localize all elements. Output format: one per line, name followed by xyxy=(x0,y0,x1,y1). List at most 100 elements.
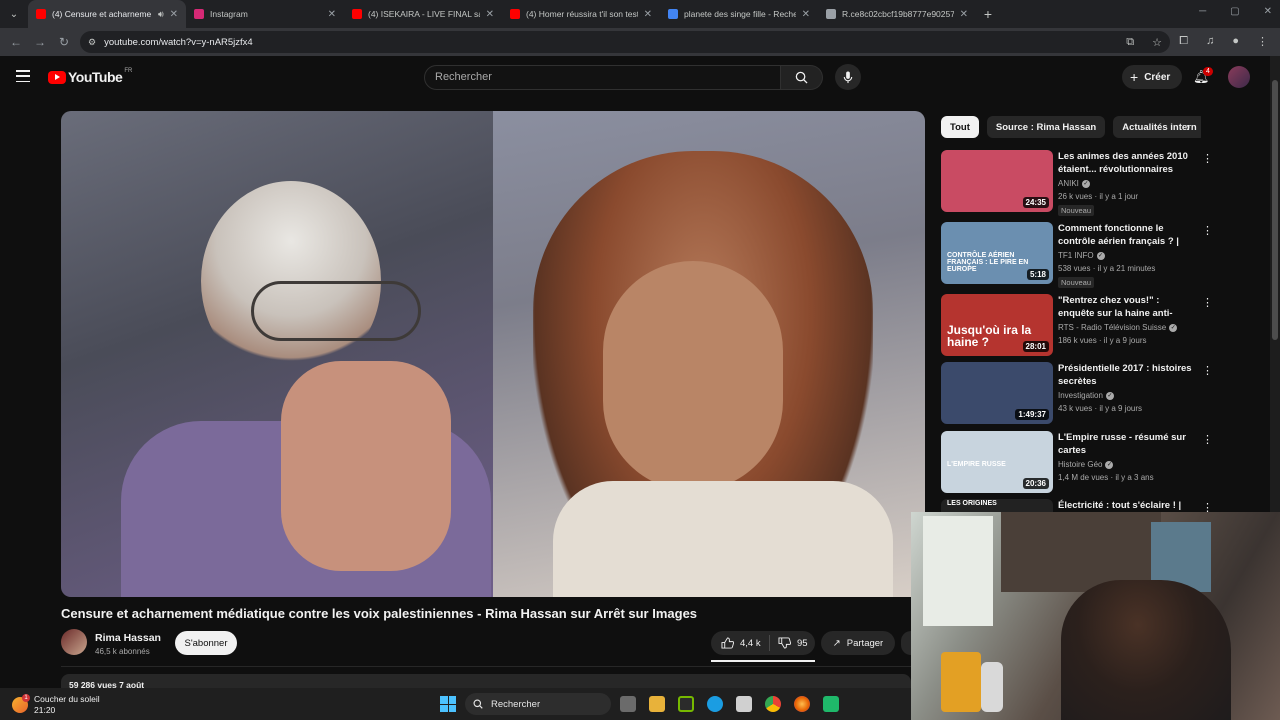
new-tab-button[interactable]: + xyxy=(976,6,1000,22)
account-avatar[interactable] xyxy=(1228,66,1250,88)
recommendation-title[interactable]: Présidentielle 2017 : histoires secrètes xyxy=(1058,362,1198,388)
recommendation-item[interactable]: 1:49:37 Présidentielle 2017 : histoires s… xyxy=(941,362,1221,424)
forward-icon[interactable]: → xyxy=(28,35,52,49)
close-tab-icon[interactable]: ✕ xyxy=(802,9,810,20)
filter-chip[interactable]: Source : Rima Hassan xyxy=(986,116,1106,138)
site-info-icon[interactable]: ⚙ xyxy=(88,37,96,48)
video-frame-right xyxy=(493,111,925,597)
url-text: youtube.com/watch?v=y-nAR5jzfx4 xyxy=(104,36,253,48)
browser-tab[interactable]: (4) Censure et acharneme 🔊︎ ✕ xyxy=(28,0,186,28)
browser-tab[interactable]: R.ce8c02cbcf19b8777e902578 ✕ xyxy=(818,0,976,28)
taskbar-search-placeholder: Rechercher xyxy=(491,698,541,710)
more-actions-button[interactable] xyxy=(901,631,911,655)
recommendation-channel[interactable]: Investigation ✓ xyxy=(1058,391,1114,400)
recommendation-channel[interactable]: TF1 INFO ✓ xyxy=(1058,251,1105,260)
browser-tab[interactable]: (4) ISEKAIRA - LIVE FINAL sans ✕ xyxy=(344,0,502,28)
maximize-icon[interactable]: ▢ xyxy=(1230,6,1239,17)
recommendation-channel[interactable]: RTS - Radio Télévision Suisse ✓ xyxy=(1058,323,1178,332)
store-icon[interactable] xyxy=(736,696,752,712)
more-options-icon[interactable]: ⋮ xyxy=(1202,224,1213,237)
channel-label: ANIKI xyxy=(1058,179,1079,188)
filter-chip[interactable]: Tout xyxy=(941,116,979,138)
video-duration: 28:01 xyxy=(1022,341,1049,352)
youtube-logo[interactable]: YouTube FR xyxy=(48,68,132,85)
edge-icon[interactable] xyxy=(707,696,723,712)
browser-menu-icon[interactable]: ⋮ xyxy=(1257,35,1268,48)
close-tab-icon[interactable]: ✕ xyxy=(644,9,652,20)
channel-avatar[interactable] xyxy=(61,629,87,655)
recommendation-item[interactable]: CONTRÔLE AÉRIEN FRANÇAIS : LE PIRE EN EU… xyxy=(941,222,1221,288)
share-button[interactable]: ↗ Partager xyxy=(821,631,895,655)
browser-tab[interactable]: planete des singe fille - Recherc ✕ xyxy=(660,0,818,28)
recommendation-item[interactable]: L'EMPIRE RUSSE 20:36 L'Empire russe - résu… xyxy=(941,431,1221,493)
recommendation-title[interactable]: Comment fonctionne le contrôle aérien fr… xyxy=(1058,222,1198,249)
speaker-icon[interactable]: 🔊︎ xyxy=(158,9,164,20)
recommendation-title[interactable]: "Rentrez chez vous!" : enquête sur la ha… xyxy=(1058,294,1198,321)
like-dislike-group: 4,4 k 95 xyxy=(711,631,815,655)
back-icon[interactable]: ← xyxy=(4,35,28,49)
recommendation-item[interactable]: 24:35 Les animes des années 2010 étaient.… xyxy=(941,150,1221,216)
close-tab-icon[interactable]: ✕ xyxy=(486,9,494,20)
video-thumbnail[interactable]: LES ORIGINES xyxy=(941,499,1053,512)
url-field[interactable]: ⚙ youtube.com/watch?v=y-nAR5jzfx4 ⧉ ☆ xyxy=(80,31,1170,53)
close-window-icon[interactable]: ✕ xyxy=(1264,6,1272,17)
search-button[interactable] xyxy=(781,64,823,90)
thumbnail-text: LES ORIGINES xyxy=(947,500,997,507)
browser-tab[interactable]: (4) Homer réussira t'il son test ✕ xyxy=(502,0,660,28)
browser-tab[interactable]: Instagram ✕ xyxy=(186,0,344,28)
recommendation-item[interactable]: LES ORIGINES Électricité : tout s'éclaire… xyxy=(941,499,1221,512)
more-options-icon[interactable]: ⋮ xyxy=(1202,152,1213,165)
video-thumbnail[interactable]: L'EMPIRE RUSSE 20:36 xyxy=(941,431,1053,493)
video-thumbnail[interactable]: 24:35 xyxy=(941,150,1053,212)
video-thumbnail[interactable]: Jusqu'où ira la haine ? 28:01 xyxy=(941,294,1053,356)
windows-start-icon[interactable] xyxy=(440,696,456,712)
chevron-right-icon[interactable]: › xyxy=(1186,120,1190,134)
recommendation-title[interactable]: L'Empire russe - résumé sur cartes xyxy=(1058,431,1198,457)
like-button[interactable]: 4,4 k xyxy=(711,637,769,649)
more-options-icon[interactable]: ⋮ xyxy=(1202,501,1213,512)
video-duration: 5:18 xyxy=(1026,269,1049,280)
taskbar-search[interactable]: Rechercher xyxy=(465,693,611,715)
voice-search-button[interactable] xyxy=(835,64,861,90)
media-controls-icon[interactable]: ♫ xyxy=(1206,35,1214,48)
more-options-icon[interactable]: ⋮ xyxy=(1202,296,1213,309)
more-options-icon[interactable]: ⋮ xyxy=(1202,364,1213,377)
profile-icon[interactable]: ● xyxy=(1232,35,1239,48)
create-button[interactable]: + Créer xyxy=(1122,65,1183,89)
weather-widget[interactable]: 1 Coucher du soleil 21:20 xyxy=(12,694,100,716)
nvidia-icon[interactable] xyxy=(678,696,694,712)
chrome-icon[interactable] xyxy=(765,696,781,712)
recommendation-title[interactable]: Les animes des années 2010 étaient... ré… xyxy=(1058,150,1198,176)
bookmark-star-icon[interactable]: ☆ xyxy=(1152,36,1162,49)
video-thumbnail[interactable]: CONTRÔLE AÉRIEN FRANÇAIS : LE PIRE EN EU… xyxy=(941,222,1053,284)
channel-name[interactable]: Rima Hassan xyxy=(95,632,161,644)
more-options-icon[interactable]: ⋮ xyxy=(1202,433,1213,446)
recommendation-meta: 186 k vues · il y a 9 jours xyxy=(1058,336,1147,345)
cast-icon[interactable]: ⧉ xyxy=(1126,36,1134,49)
video-thumbnail[interactable]: 1:49:37 xyxy=(941,362,1053,424)
task-view-icon[interactable] xyxy=(620,696,636,712)
menu-icon[interactable] xyxy=(16,70,30,82)
search-input[interactable]: Rechercher xyxy=(424,64,781,90)
close-tab-icon[interactable]: ✕ xyxy=(170,9,178,20)
extensions-icon[interactable]: ⧠ xyxy=(1179,35,1188,48)
tab-search-button[interactable]: ⌄ xyxy=(0,0,28,28)
sunset-icon: 1 xyxy=(12,694,30,713)
recommendation-channel[interactable]: Histoire Géo ✓ xyxy=(1058,460,1114,469)
video-player[interactable] xyxy=(61,111,925,597)
app-icon[interactable] xyxy=(823,696,839,712)
clock-time: 21:20 xyxy=(34,705,56,715)
notification-badge: 4 xyxy=(1203,67,1213,76)
subscribe-button[interactable]: S'abonner xyxy=(175,631,237,655)
share-icon: ↗ xyxy=(832,637,841,649)
file-explorer-icon[interactable] xyxy=(649,696,665,712)
reload-icon[interactable]: ↻ xyxy=(52,35,76,49)
minimize-icon[interactable]: ─ xyxy=(1199,6,1206,17)
close-tab-icon[interactable]: ✕ xyxy=(960,9,968,20)
dislike-button[interactable]: 95 xyxy=(769,635,808,651)
close-tab-icon[interactable]: ✕ xyxy=(328,9,336,20)
recommendation-title[interactable]: Électricité : tout s'éclaire ! | xyxy=(1058,499,1198,512)
recommendation-item[interactable]: Jusqu'où ira la haine ? 28:01 "Rentrez che… xyxy=(941,294,1221,356)
recommendation-channel[interactable]: ANIKI ✓ xyxy=(1058,179,1090,188)
firefox-icon[interactable] xyxy=(794,696,810,712)
